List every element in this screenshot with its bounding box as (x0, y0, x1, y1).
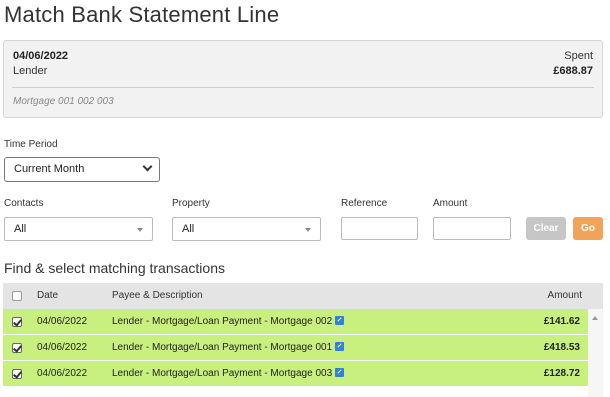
external-link-icon[interactable] (335, 316, 345, 325)
statement-divider (12, 87, 594, 88)
amount-label: Amount (433, 198, 468, 209)
row-date: 04/06/2022 (37, 368, 88, 379)
contacts-value: All (14, 223, 27, 235)
clear-button[interactable]: Clear (526, 217, 566, 240)
row-checkbox[interactable] (12, 343, 22, 353)
row-payee: Lender - Mortgage/Loan Payment - Mortgag… (112, 368, 333, 379)
row-date: 04/06/2022 (37, 316, 88, 327)
row-payee: Lender - Mortgage/Loan Payment - Mortgag… (112, 342, 333, 353)
table-row[interactable]: 04/06/2022 Lender - Mortgage/Loan Paymen… (3, 309, 588, 334)
scroll-up-icon[interactable] (592, 316, 598, 320)
row-checkbox[interactable] (12, 369, 22, 379)
column-header-date[interactable]: Date (37, 290, 58, 301)
column-header-amount[interactable]: Amount (548, 290, 582, 301)
row-amount: £141.62 (543, 316, 580, 327)
statement-description: Mortgage 001 002 003 (13, 96, 114, 107)
property-value: All (182, 223, 195, 235)
row-checkbox[interactable] (12, 317, 22, 327)
reference-label: Reference (341, 198, 388, 209)
row-amount: £128.72 (543, 368, 580, 379)
chevron-down-icon (142, 161, 153, 172)
row-payee: Lender - Mortgage/Loan Payment - Mortgag… (112, 316, 333, 327)
select-all-checkbox[interactable] (12, 291, 22, 301)
table-row[interactable]: 04/06/2022 Lender - Mortgage/Loan Paymen… (3, 361, 588, 386)
spent-amount: £688.87 (553, 65, 593, 77)
table-header: Date Payee & Description Amount (3, 283, 603, 309)
section-title: Find & select matching transactions (4, 260, 225, 276)
table-scrollbar[interactable] (588, 309, 603, 397)
time-period-value: Current Month (14, 163, 85, 175)
triangle-down-icon (305, 228, 311, 232)
table-row[interactable]: 04/06/2022 Lender - Mortgage/Loan Paymen… (3, 335, 588, 360)
contacts-label: Contacts (4, 198, 44, 209)
time-period-label: Time Period (4, 139, 58, 150)
statement-payee: Lender (13, 65, 48, 77)
external-link-icon[interactable] (335, 342, 345, 351)
external-link-icon[interactable] (335, 368, 345, 377)
statement-line-card: 04/06/2022 Lender Spent £688.87 Mortgage… (3, 40, 603, 118)
reference-input[interactable] (341, 217, 418, 240)
triangle-down-icon (137, 228, 143, 232)
transactions-table: Date Payee & Description Amount 04/06/20… (3, 283, 603, 397)
contacts-select[interactable]: All (4, 217, 153, 241)
page-title: Match Bank Statement Line (4, 2, 280, 27)
property-select[interactable]: All (172, 217, 321, 241)
row-date: 04/06/2022 (37, 342, 88, 353)
column-header-payee[interactable]: Payee & Description (112, 290, 203, 301)
row-amount: £418.53 (543, 342, 580, 353)
spent-label: Spent (564, 50, 593, 62)
amount-input[interactable] (433, 217, 511, 240)
go-button[interactable]: Go (573, 217, 603, 240)
property-label: Property (172, 198, 210, 209)
statement-date: 04/06/2022 (13, 50, 69, 62)
time-period-select[interactable]: Current Month (4, 157, 160, 182)
